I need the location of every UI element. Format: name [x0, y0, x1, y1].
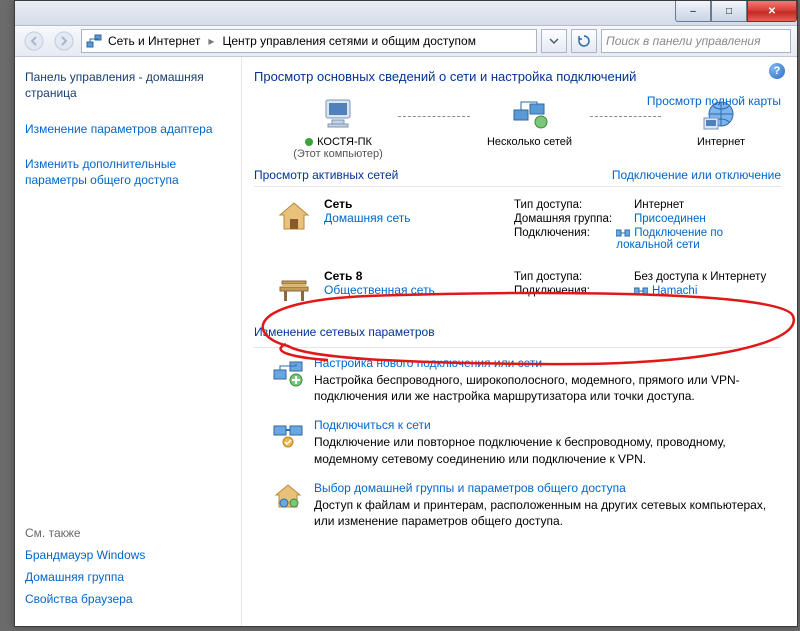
network-status-dot-icon	[304, 137, 314, 147]
breadcrumb-bar[interactable]: Сеть и Интернет ▸ Центр управления сетям…	[81, 29, 537, 53]
network-map: Просмотр полной карты КОСТЯ-ПК (Этот ком…	[254, 94, 781, 160]
connection-link[interactable]: Hamachi	[634, 285, 697, 297]
map-connector	[398, 116, 470, 117]
task-desc: Настройка беспроводного, широкополосного…	[314, 372, 781, 404]
access-type-value: Интернет	[634, 199, 684, 211]
breadcrumb-dropdown-button[interactable]	[541, 29, 567, 53]
this-pc-sublabel: (Этот компьютер)	[278, 148, 398, 160]
task-desc: Доступ к файлам и принтерам, расположенн…	[314, 497, 781, 529]
see-also-browser-properties[interactable]: Свойства браузера	[25, 592, 231, 606]
refresh-button[interactable]	[571, 29, 597, 53]
internet-label: Интернет	[661, 136, 781, 148]
help-icon[interactable]: ?	[769, 63, 785, 79]
network-item-home: Сеть Домашняя сеть Тип доступа:Интернет …	[254, 191, 781, 263]
connections-label: Подключения:	[514, 227, 616, 251]
forward-button[interactable]	[51, 28, 77, 54]
network-type-link[interactable]: Общественная сеть	[324, 283, 435, 297]
breadcrumb-segment[interactable]: Сеть и Интернет	[108, 34, 200, 48]
control-panel-window: – □ ✕ Сеть и Интернет ▸ Центр управления…	[14, 0, 798, 627]
home-network-icon	[274, 197, 314, 237]
connection-link[interactable]: Подключение по локальной сети	[616, 227, 781, 251]
search-input[interactable]: Поиск в панели управления	[601, 29, 791, 53]
address-bar: Сеть и Интернет ▸ Центр управления сетям…	[15, 26, 797, 57]
this-pc-label: КОСТЯ-ПК	[278, 136, 398, 148]
homegroup-label: Домашняя группа:	[514, 213, 634, 225]
task-new-connection[interactable]: Настройка нового подключения или сети На…	[254, 356, 781, 404]
this-pc-icon	[278, 94, 398, 134]
network-name: Сеть	[324, 197, 410, 211]
multi-network-label: Несколько сетей	[470, 136, 590, 148]
map-connector	[590, 116, 662, 117]
minimize-button[interactable]: –	[675, 1, 711, 22]
new-connection-icon	[272, 356, 304, 388]
see-also-heading: См. также	[25, 526, 231, 540]
sidebar: Панель управления - домашняя страница Из…	[15, 57, 242, 626]
access-type-label: Тип доступа:	[514, 271, 634, 283]
access-type-value: Без доступа к Интернету	[634, 271, 766, 283]
maximize-button[interactable]: □	[711, 1, 747, 22]
see-also-firewall[interactable]: Брандмауэр Windows	[25, 548, 231, 562]
homegroup-icon	[272, 481, 304, 513]
task-desc: Подключение или повторное подключение к …	[314, 434, 781, 466]
full-map-link[interactable]: Просмотр полной карты	[647, 94, 781, 108]
homegroup-link[interactable]: Присоединен	[634, 213, 706, 225]
connect-network-icon	[272, 418, 304, 450]
breadcrumb-separator: ▸	[208, 34, 214, 48]
sidebar-link-advanced-sharing[interactable]: Изменить дополнительные параметры общего…	[25, 156, 231, 188]
network-name: Сеть 8	[324, 269, 435, 283]
task-homegroup-sharing[interactable]: Выбор домашней группы и параметров общег…	[254, 481, 781, 529]
main-content: ? Просмотр основных сведений о сети и на…	[242, 57, 797, 626]
hamachi-connection-icon	[634, 286, 648, 296]
back-button[interactable]	[21, 28, 47, 54]
control-panel-home-link[interactable]: Панель управления - домашняя страница	[25, 69, 231, 101]
divider	[254, 186, 781, 187]
lan-connection-icon	[616, 228, 630, 238]
task-title[interactable]: Настройка нового подключения или сети	[314, 356, 781, 370]
close-button[interactable]: ✕	[747, 1, 797, 22]
multi-network-icon	[470, 94, 590, 134]
search-placeholder: Поиск в панели управления	[606, 34, 761, 48]
sidebar-link-adapter-settings[interactable]: Изменение параметров адаптера	[25, 121, 231, 137]
connect-disconnect-link[interactable]: Подключение или отключение	[612, 168, 781, 182]
network-center-icon	[86, 33, 102, 49]
see-also-homegroup[interactable]: Домашняя группа	[25, 570, 231, 584]
public-network-icon	[274, 269, 314, 309]
active-networks-header: Просмотр активных сетей Подключение или …	[254, 168, 781, 182]
network-item-public: Сеть 8 Общественная сеть Тип доступа:Без…	[254, 263, 781, 319]
page-heading: Просмотр основных сведений о сети и наст…	[254, 69, 781, 84]
window-titlebar: – □ ✕	[15, 1, 797, 26]
task-connect-network[interactable]: Подключиться к сети Подключение или повт…	[254, 418, 781, 466]
task-title[interactable]: Выбор домашней группы и параметров общег…	[314, 481, 781, 495]
breadcrumb-segment[interactable]: Центр управления сетями и общим доступом	[222, 34, 476, 48]
connections-label: Подключения:	[514, 285, 634, 297]
network-settings-heading: Изменение сетевых параметров	[254, 325, 781, 339]
active-networks-title: Просмотр активных сетей	[254, 168, 398, 182]
divider	[254, 347, 781, 348]
network-type-link[interactable]: Домашняя сеть	[324, 211, 410, 225]
task-title[interactable]: Подключиться к сети	[314, 418, 781, 432]
access-type-label: Тип доступа:	[514, 199, 634, 211]
see-also-section: См. также Брандмауэр Windows Домашняя гр…	[25, 520, 231, 614]
